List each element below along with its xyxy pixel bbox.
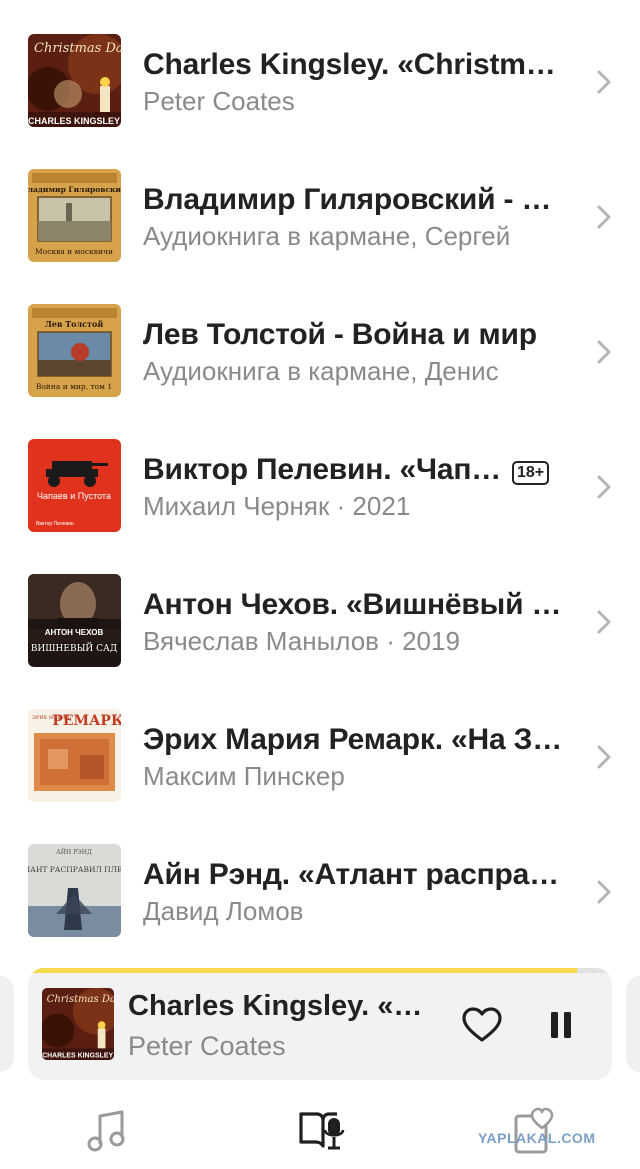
chevron-right-icon	[597, 205, 611, 229]
list-item[interactable]: АНТОН ЧЕХОВ ВИШНЕВЫЙ САД Антон Чехов. «В…	[0, 574, 640, 709]
cover-author: Владимир Гиляровский	[28, 185, 121, 194]
mini-player-area: Christmas Day CHARLES KINGSLEY Charles K…	[0, 968, 640, 1080]
chevron-right-icon	[597, 610, 611, 634]
book-title: Эрих Мария Ремарк. «На Западном фронте б…	[143, 723, 563, 756]
player-subtitle: Peter Coates	[128, 1031, 286, 1061]
book-cover: АЙН РЭНД АТЛАНТ РАСПРАВИЛ ПЛЕЧИ	[28, 844, 121, 937]
cover-author: CHARLES KINGSLEY	[28, 116, 120, 126]
list-item[interactable]: Лев Толстой Война и мир, том 1 Лев Толст…	[0, 304, 640, 439]
chevron-right-icon	[597, 880, 611, 904]
book-title: Виктор Пелевин. «Чапаев и Пустота»	[143, 453, 511, 486]
tab-music[interactable]	[82, 1106, 132, 1156]
playback-progress[interactable]	[28, 968, 612, 973]
book-subtitle: Peter Coates	[143, 86, 295, 116]
list-item[interactable]: Чапаев и Пустота Виктор Пелевин Виктор П…	[0, 439, 640, 574]
chevron-right-icon	[597, 340, 611, 364]
tab-audiobooks[interactable]	[297, 1106, 347, 1156]
book-subtitle: Михаил Черняк · 2021	[143, 491, 411, 521]
book-cover: ЭРИХ МАРИЯ РЕМАРК	[28, 709, 121, 802]
cover-title: РЕМАРК	[52, 713, 121, 729]
book-title: Владимир Гиляровский - Москва и москвичи	[143, 183, 563, 216]
music-note-icon	[87, 1110, 125, 1152]
cover-title: Christmas Day	[34, 41, 121, 56]
heart-icon[interactable]	[461, 1006, 503, 1044]
book-title: Антон Чехов. «Вишнёвый сад»	[143, 588, 563, 621]
cover-title: Чапаев и Пустота	[37, 491, 111, 501]
list-item[interactable]: Владимир Гиляровский Москва и москвичи В…	[0, 169, 640, 304]
chevron-right-icon	[597, 70, 611, 94]
cover-author: Виктор Пелевин	[36, 521, 74, 527]
book-cover: Владимир Гиляровский Москва и москвичи	[28, 169, 121, 262]
player-title: Charles Kingsley. «Christmas Day»	[128, 990, 428, 1022]
book-subtitle: Аудиокнига в кармане, Сергей	[143, 221, 511, 251]
book-subtitle: Максим Пинскер	[143, 761, 345, 791]
book-cover: Чапаев и Пустота Виктор Пелевин	[28, 439, 121, 532]
book-title: Лев Толстой - Война и мир	[143, 318, 537, 351]
cover-title: Christmas Day	[47, 994, 114, 1005]
book-subtitle: Давид Ломов	[143, 896, 304, 926]
cover-author: АЙН РЭНД	[56, 848, 92, 856]
player-cover: Christmas Day CHARLES KINGSLEY	[42, 988, 114, 1060]
previous-card-peek[interactable]	[0, 976, 14, 1072]
book-cover: Christmas Day CHARLES KINGSLEY	[28, 34, 121, 127]
chevron-right-icon	[597, 745, 611, 769]
list-item[interactable]: Christmas Day CHARLES KINGSLEY Charles K…	[0, 34, 640, 169]
cover-title: ВИШНЕВЫЙ САД	[31, 642, 117, 654]
book-cover: АНТОН ЧЕХОВ ВИШНЕВЫЙ САД	[28, 574, 121, 667]
chevron-right-icon	[597, 475, 611, 499]
book-title: Charles Kingsley. «Christmas Day»	[143, 48, 563, 81]
age-rating-badge: 18+	[512, 461, 550, 485]
book-title: Айн Рэнд. «Атлант расправил плечи»	[143, 858, 563, 891]
playback-progress-fill	[28, 968, 577, 973]
book-cover: Лев Толстой Война и мир, том 1	[28, 304, 121, 397]
cover-title: Война и мир, том 1	[36, 382, 112, 391]
list-item[interactable]: ЭРИХ МАРИЯ РЕМАРК Эрих Мария Ремарк. «На…	[0, 709, 640, 844]
watermark: YAPLAKAL.COM	[478, 1130, 596, 1146]
book-subtitle: Аудиокнига в кармане, Денис	[143, 356, 499, 386]
book-subtitle: Вячеслав Манылов · 2019	[143, 626, 460, 656]
cover-title: АТЛАНТ РАСПРАВИЛ ПЛЕЧИ	[28, 865, 121, 874]
list-item[interactable]: АЙН РЭНД АТЛАНТ РАСПРАВИЛ ПЛЕЧИ Айн Рэнд…	[0, 844, 640, 979]
cover-author: АНТОН ЧЕХОВ	[45, 628, 104, 637]
next-card-peek[interactable]	[626, 976, 640, 1072]
cover-author: CHARLES KINGSLEY	[42, 1053, 113, 1060]
pause-icon[interactable]	[546, 1010, 576, 1040]
cover-author: Лев Толстой	[45, 319, 104, 329]
cover-title: Москва и москвичи	[35, 247, 113, 256]
audiobook-icon	[299, 1112, 345, 1150]
mini-player[interactable]: Christmas Day CHARLES KINGSLEY Charles K…	[28, 968, 612, 1080]
